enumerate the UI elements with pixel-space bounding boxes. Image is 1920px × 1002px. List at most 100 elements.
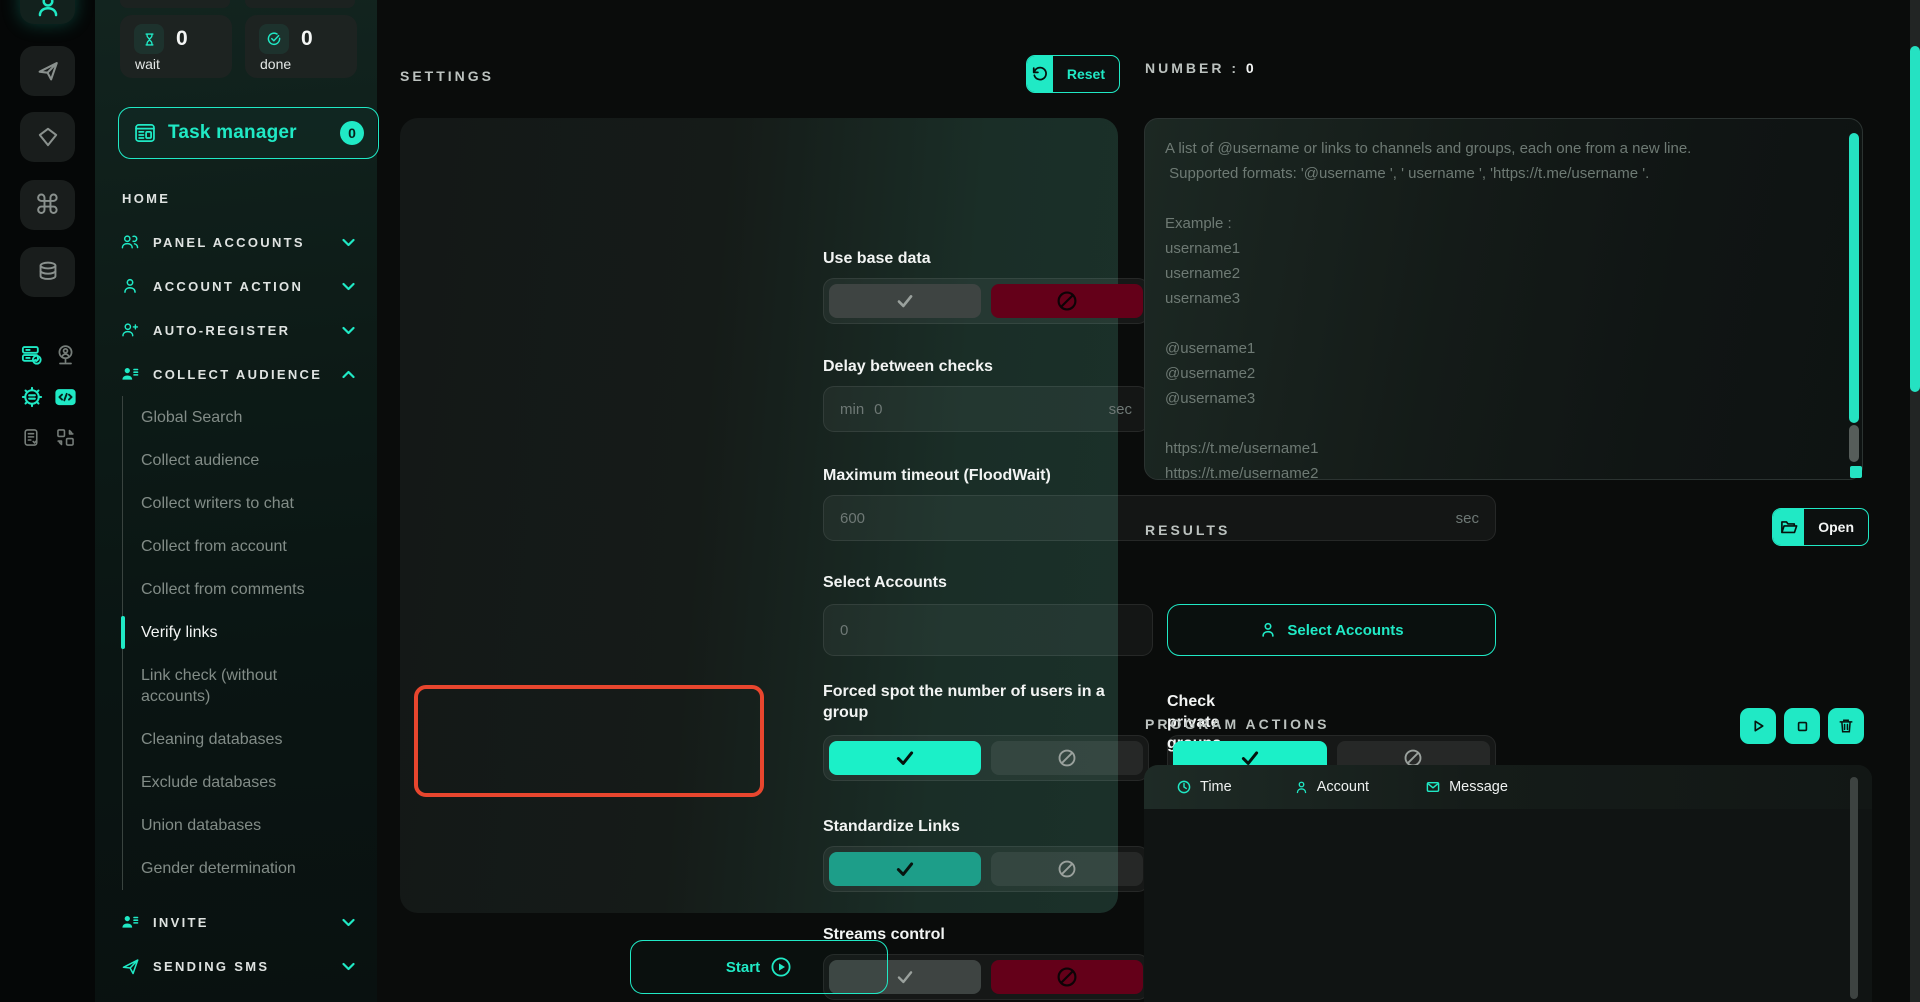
accounts-count-input[interactable]: 0 [823,604,1153,656]
forced-spot-toggle [823,735,1149,781]
submenu-item-collect-writers[interactable]: Collect writers to chat [123,482,338,525]
envelope-icon [1425,779,1441,795]
textarea-scrollbar-thumb[interactable] [1849,425,1859,462]
delay-min-input[interactable]: min 0 sec [823,386,1149,432]
submenu-item-union-databases[interactable]: Union databases [123,804,338,847]
nav-label: ACCOUNT ACTION [153,279,342,294]
forced-spot-yes-button[interactable] [829,741,981,775]
paper-plane-icon [36,59,60,83]
column-account-label: Account [1317,779,1369,795]
profile-rail-button[interactable] [20,0,75,24]
column-time[interactable]: Time [1176,779,1232,795]
person-list-icon [120,913,140,931]
number-value: 0 [1246,60,1257,76]
command-rail-button[interactable]: ⌘ [20,180,75,230]
textarea-resize-grip[interactable] [1850,466,1862,478]
select-accounts-button-label: Select Accounts [1287,622,1403,639]
streams-control-no-button[interactable] [991,960,1143,994]
sidebar-item-collect-audience[interactable]: COLLECT AUDIENCE [95,352,377,396]
person-network-icon[interactable] [54,343,77,366]
gear-icon[interactable] [20,385,44,409]
clear-actions-button[interactable] [1828,708,1864,744]
prohibit-icon [1056,747,1078,769]
submenu-item-link-check[interactable]: Link check (without accounts) [123,654,338,718]
submenu-label: Collect writers to chat [141,493,294,514]
trash-icon [1837,717,1855,735]
code-window-icon[interactable] [53,385,78,409]
done-count: 0 [301,27,313,51]
open-results-button[interactable]: Open [1772,508,1869,546]
sidebar-item-auto-register[interactable]: AUTO-REGISTER [95,308,377,352]
settings-card: Use base data Number of requests per acc… [400,118,1118,913]
server-check-icon[interactable] [20,343,43,366]
page-scrollbar-thumb[interactable] [1910,46,1920,392]
done-label: done [260,56,291,72]
start-label: Start [726,959,760,976]
standardize-links-toggle [823,846,1149,892]
submenu-item-cleaning-databases[interactable]: Cleaning databases [123,718,338,761]
timeout-value: 600 [840,510,865,527]
column-message[interactable]: Message [1425,779,1508,795]
standardize-links-label: Standardize Links [823,816,960,837]
forced-spot-no-button[interactable] [991,741,1143,775]
diamond-rail-button[interactable] [20,112,75,162]
check-icon [894,966,916,988]
number-label: NUMBER : [1145,60,1239,76]
send-rail-button[interactable] [20,46,75,96]
min-prefix: min [840,401,864,418]
app-window: ⌘ [0,0,1920,1002]
prohibit-icon [1056,858,1078,880]
submenu-item-gender-determination[interactable]: Gender determination [123,847,338,890]
reset-button[interactable]: Reset [1026,55,1120,93]
submenu-item-collect-from-account[interactable]: Collect from account [123,525,338,568]
column-account[interactable]: Account [1294,779,1369,795]
run-actions-button[interactable] [1740,708,1776,744]
wait-count: 0 [176,27,188,51]
standardize-links-no-button[interactable] [991,852,1143,886]
use-base-data-no-button[interactable] [991,284,1143,318]
nav-label: INVITE [153,915,342,930]
prohibit-icon [1055,965,1079,989]
submenu-item-exclude-databases[interactable]: Exclude databases [123,761,338,804]
start-button[interactable]: Start [630,940,888,994]
sidebar-item-home[interactable]: HOME [95,176,377,220]
chevron-up-icon [342,370,355,379]
table-scrollbar-thumb[interactable] [1850,777,1858,999]
submenu-label: Verify links [141,622,217,643]
person-list-icon [120,365,140,383]
task-manager-button[interactable]: Task manager 0 [118,107,379,159]
use-base-data-yes-button[interactable] [829,284,981,318]
timeout-suffix: sec [1456,510,1479,527]
standardize-links-yes-button[interactable] [829,852,981,886]
select-accounts-button[interactable]: Select Accounts [1167,604,1496,656]
person-plus-icon [120,321,140,339]
select-accounts-label: Select Accounts [823,572,947,593]
sidebar-item-sending-sms[interactable]: SENDING SMS [95,944,377,988]
submenu-item-global-search[interactable]: Global Search [123,396,338,439]
database-rail-button[interactable] [20,247,75,297]
submenu-label: Gender determination [141,858,296,879]
min-suffix: sec [1109,401,1132,418]
sidebar-item-panel-accounts[interactable]: PANEL ACCOUNTS [95,220,377,264]
program-actions-title: PROGRAM ACTIONS [1145,716,1329,732]
textarea-scrollbar-track[interactable] [1849,133,1859,423]
sidebar-item-account-action[interactable]: ACCOUNT ACTION [95,264,377,308]
nav-label: HOME [122,191,355,206]
nav-label: COLLECT AUDIENCE [153,367,342,382]
prohibit-icon [1055,289,1079,313]
hourglass-icon [134,24,164,54]
chevron-down-icon [342,918,355,927]
people-icon [120,233,140,251]
submenu-item-verify-links[interactable]: Verify links [123,611,338,654]
chevron-down-icon [342,962,355,971]
number-title: NUMBER : 0 [1145,60,1257,76]
submenu-item-collect-audience[interactable]: Collect audience [123,439,338,482]
swap-boxes-icon[interactable] [55,427,76,448]
links-textarea[interactable]: A list of @username or links to channels… [1144,118,1863,480]
submenu-item-collect-from-comments[interactable]: Collect from comments [123,568,338,611]
sidebar-item-invite[interactable]: INVITE [95,900,377,944]
reset-label: Reset [1053,56,1119,92]
document-check-icon[interactable] [21,427,42,448]
stop-actions-button[interactable] [1784,708,1820,744]
submenu-label: Collect audience [141,450,259,471]
